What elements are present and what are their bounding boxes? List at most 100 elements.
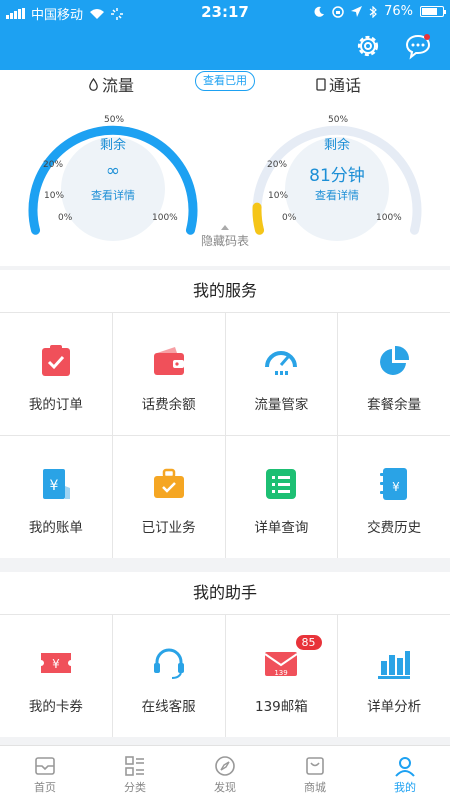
profile-icon <box>395 757 415 777</box>
briefcase-icon <box>153 468 184 498</box>
clipboard-check-icon <box>41 345 70 376</box>
caret-up-icon <box>221 225 229 230</box>
tab-label: 首页 <box>34 781 56 794</box>
service-call-details[interactable]: 详单查询 <box>225 436 338 558</box>
service-payment-history[interactable]: ¥ 交费历史 <box>338 436 450 558</box>
services-section-title: 我的服务 <box>0 270 450 312</box>
service-label: 流量管家 <box>254 397 309 413</box>
service-label: 我的账单 <box>28 520 83 536</box>
bottom-tab-bar: 首页 分类 发现 商城 我的 <box>0 745 450 800</box>
gauge-label-50: 50% <box>328 115 349 125</box>
data-view-details-link[interactable]: 查看详情 <box>63 187 163 203</box>
gauge-label-10: 10% <box>44 191 65 201</box>
tab-label: 分类 <box>124 781 146 794</box>
service-subscriptions[interactable]: 已订业务 <box>112 436 225 558</box>
svg-text:¥: ¥ <box>52 657 60 671</box>
wallet-icon <box>153 347 184 375</box>
service-my-orders[interactable]: 我的订单 <box>0 313 112 435</box>
battery-percent: 76% <box>384 4 413 19</box>
assistant-section-title: 我的助手 <box>0 572 450 614</box>
call-usage-tab-label: 通话 <box>329 76 362 95</box>
pie-chart-icon <box>380 345 410 375</box>
call-usage-tab[interactable]: 通话 <box>316 72 361 96</box>
mail-icon-label: 139 <box>275 669 288 677</box>
speedometer-icon <box>265 351 298 375</box>
tab-label: 我的 <box>394 781 416 794</box>
data-remaining-value: ∞ <box>105 161 121 181</box>
tab-home[interactable]: 首页 <box>0 746 90 800</box>
call-remaining-value: 81分钟 <box>309 166 365 186</box>
headset-icon <box>153 648 184 679</box>
gauge-label-50: 50% <box>104 115 125 125</box>
gauge-label-100: 100% <box>376 213 402 223</box>
service-label: 交费历史 <box>367 520 422 536</box>
service-label: 我的订单 <box>28 397 83 413</box>
battery-icon <box>420 6 446 17</box>
coupon-icon: ¥ <box>40 653 71 673</box>
service-label: 已订业务 <box>141 520 196 536</box>
data-remaining-label: 剩余 <box>99 138 126 153</box>
service-balance[interactable]: 话费余额 <box>112 313 225 435</box>
services-grid: 我的订单 话费余额 流量管家 套餐余量 ¥ 我的账单 已订业务 详单查询 ¥ 交… <box>0 312 450 558</box>
settings-gear-icon[interactable] <box>354 32 382 60</box>
bill-icon: ¥ <box>42 469 70 499</box>
tab-label: 商城 <box>304 781 326 794</box>
gauge-label-10: 10% <box>268 191 289 201</box>
tab-category[interactable]: 分类 <box>90 746 180 800</box>
bar-chart-icon <box>378 651 411 679</box>
gauge-label-0: 0% <box>58 213 73 223</box>
assistant-label: 详单分析 <box>367 699 422 715</box>
call-view-details-link[interactable]: 查看详情 <box>287 187 387 203</box>
notebook-icon: ¥ <box>380 468 408 500</box>
unread-count-badge: 85 <box>295 635 322 650</box>
gauge-label-20: 20% <box>267 160 288 170</box>
gauge-label-100: 100% <box>152 213 178 223</box>
tab-label: 发现 <box>214 781 236 794</box>
rotation-lock-icon <box>332 5 344 18</box>
assistant-label: 我的卡券 <box>28 699 83 715</box>
gauge-label-20: 20% <box>43 160 64 170</box>
assistant-customer-service[interactable]: 在线客服 <box>112 615 225 737</box>
view-used-button[interactable]: 查看已用 <box>195 71 255 91</box>
compass-icon <box>215 756 235 776</box>
call-gauge[interactable]: 50% 20% 10% 0% 100% 剩余 81分钟 查看详情 <box>252 94 422 244</box>
status-bar: 中国移动 23:17 76% <box>0 0 450 24</box>
gauge-label-0: 0% <box>282 213 297 223</box>
assistant-label: 在线客服 <box>141 699 196 715</box>
call-remaining-label: 剩余 <box>323 138 350 153</box>
service-data-manager[interactable]: 流量管家 <box>225 313 338 435</box>
data-usage-tab[interactable]: 流量 <box>88 72 134 96</box>
data-usage-tab-label: 流量 <box>102 76 135 95</box>
tab-mall[interactable]: 商城 <box>270 746 360 800</box>
tab-discover[interactable]: 发现 <box>180 746 270 800</box>
hide-gauge-label: 隐藏码表 <box>200 234 249 248</box>
data-gauge[interactable]: 50% 20% 10% 0% 100% 剩余 ∞ 查看详情 <box>28 94 198 244</box>
droplet-icon <box>89 77 98 91</box>
assistant-label: 139邮箱 <box>254 699 308 715</box>
moon-icon <box>314 6 325 17</box>
phone-icon <box>316 77 326 91</box>
svg-text:¥: ¥ <box>392 480 400 494</box>
bluetooth-icon <box>369 5 377 18</box>
category-icon <box>125 756 144 776</box>
message-icon[interactable] <box>404 32 432 60</box>
service-label: 话费余额 <box>141 397 196 413</box>
hide-gauge-toggle[interactable]: 隐藏码表 <box>200 225 250 249</box>
home-icon <box>35 757 55 775</box>
assistant-grid: ¥ 我的卡券 在线客服 139 85 139邮箱 详单分析 <box>0 614 450 737</box>
service-label: 详单查询 <box>254 520 309 536</box>
mail-icon: 139 <box>264 652 298 677</box>
svg-text:¥: ¥ <box>49 478 58 494</box>
location-icon <box>351 6 363 17</box>
service-plan-balance[interactable]: 套餐余量 <box>338 313 450 435</box>
assistant-bill-analysis[interactable]: 详单分析 <box>338 615 450 737</box>
assistant-coupons[interactable]: ¥ 我的卡券 <box>0 615 112 737</box>
tab-mine[interactable]: 我的 <box>360 746 450 800</box>
list-icon <box>266 469 297 499</box>
service-my-bill[interactable]: ¥ 我的账单 <box>0 436 112 558</box>
assistant-139-mail[interactable]: 139 85 139邮箱 <box>225 615 338 737</box>
usage-panel: 流量 查看已用 通话 50% 20% 10% 0% 100% 剩余 ∞ 查看详情… <box>0 70 450 266</box>
bag-icon <box>306 757 324 775</box>
header-bar: 中国移动 23:17 76% <box>0 0 450 70</box>
service-label: 套餐余量 <box>367 397 422 413</box>
